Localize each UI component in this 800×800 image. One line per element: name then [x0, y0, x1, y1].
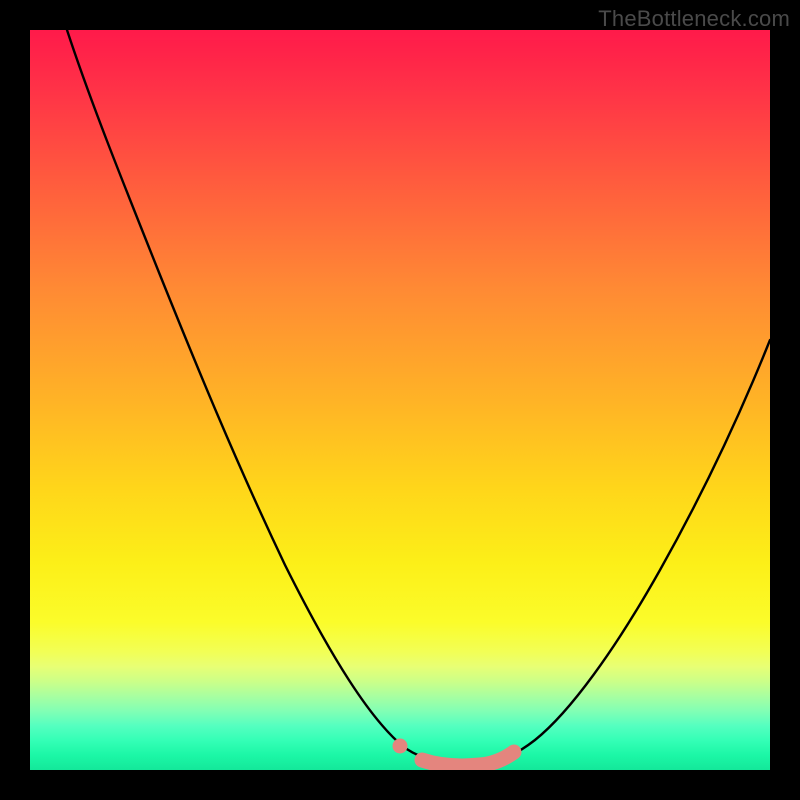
plot-area: [30, 30, 770, 770]
valley-marker-band: [422, 752, 514, 766]
chart-frame: TheBottleneck.com: [0, 0, 800, 800]
bottleneck-curve-path: [67, 30, 770, 765]
valley-left-dot-icon: [393, 739, 408, 754]
curve-layer: [30, 30, 770, 770]
watermark-text: TheBottleneck.com: [598, 6, 790, 32]
